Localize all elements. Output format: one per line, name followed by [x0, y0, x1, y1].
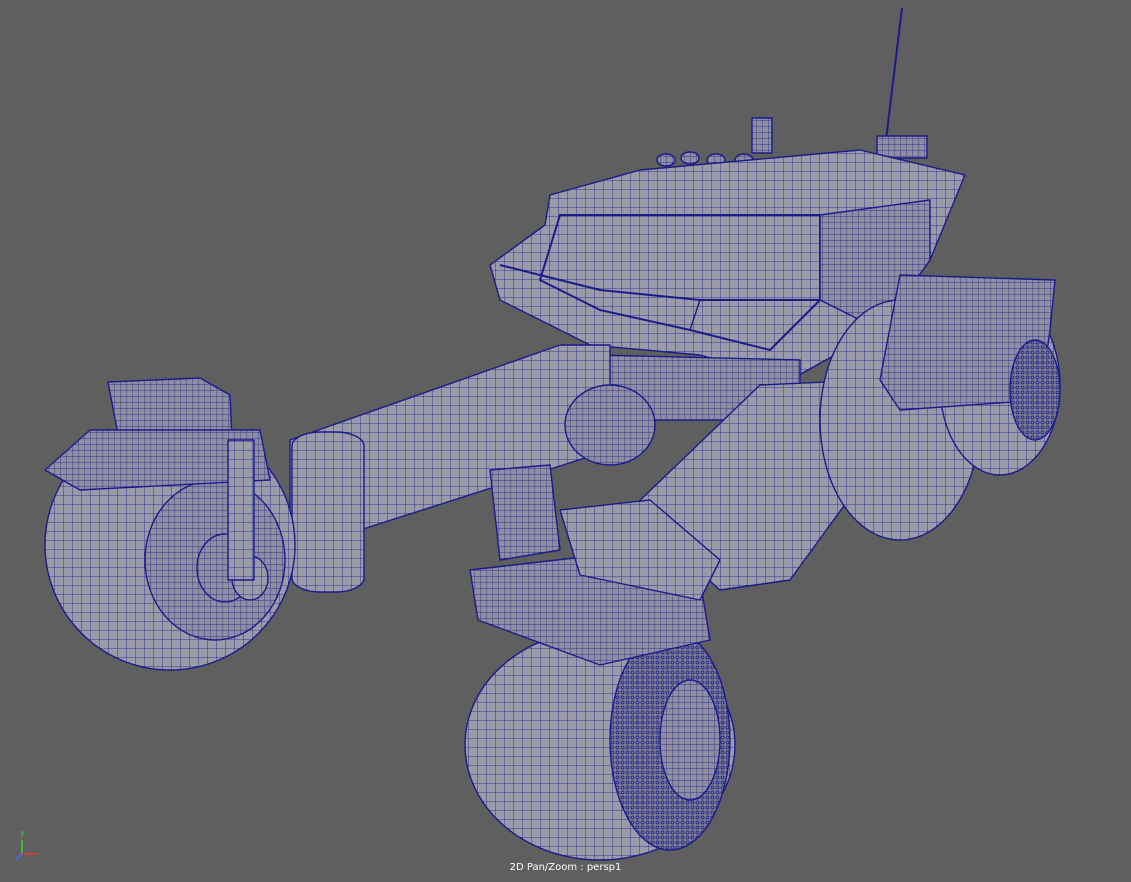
axis-y-label: y	[20, 828, 25, 837]
perspective-viewport[interactable]: y 2D Pan/Zoom : persp1	[0, 0, 1131, 882]
axis-gizmo: y	[8, 822, 48, 862]
rover-wireframe-model[interactable]	[0, 0, 1131, 882]
viewport-status-text: 2D Pan/Zoom : persp1	[509, 862, 622, 873]
